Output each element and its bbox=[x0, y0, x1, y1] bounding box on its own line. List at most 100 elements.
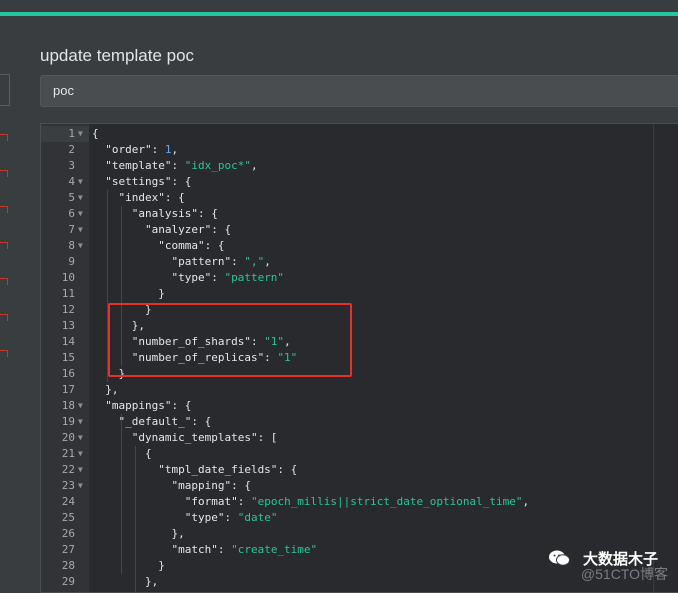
code-line[interactable]: 9 "pattern": ",", bbox=[41, 254, 641, 270]
code-line[interactable]: 19 ▼ "_default_": { bbox=[41, 414, 641, 430]
code-token: "comma": { bbox=[92, 239, 225, 252]
fold-toggle-icon[interactable]: ▼ bbox=[78, 190, 83, 206]
code-line[interactable]: 5 ▼ "index": { bbox=[41, 190, 641, 206]
code-text: "dynamic_templates": [ bbox=[92, 430, 278, 446]
fold-toggle-icon[interactable]: ▼ bbox=[78, 174, 83, 190]
code-token: , bbox=[522, 495, 530, 508]
code-line[interactable]: 23 ▼ "mapping": { bbox=[41, 478, 641, 494]
code-token: "mappings": { bbox=[92, 399, 192, 412]
line-number: 9 bbox=[68, 255, 75, 268]
line-number: 11 bbox=[61, 287, 75, 300]
line-number: 1 bbox=[68, 127, 75, 140]
code-line[interactable]: 21 ▼ { bbox=[41, 446, 641, 462]
code-line[interactable]: 25 "type": "date" bbox=[41, 510, 641, 526]
code-text: "analysis": { bbox=[92, 206, 218, 222]
code-line[interactable]: 17 }, bbox=[41, 382, 641, 398]
string-token: "idx_poc*" bbox=[184, 159, 251, 172]
code-line[interactable]: 1 ▼ { bbox=[41, 126, 641, 142]
code-token: "index": { bbox=[92, 191, 185, 204]
code-text: "analyzer": { bbox=[92, 222, 231, 238]
left-panel-marker bbox=[0, 206, 8, 213]
code-token: "settings": { bbox=[92, 175, 192, 188]
code-text: "_default_": { bbox=[92, 414, 211, 430]
template-name-input[interactable]: poc bbox=[40, 75, 678, 107]
code-token: "analyzer": { bbox=[92, 223, 232, 236]
code-line[interactable]: 3 "template": "idx_poc*", bbox=[41, 158, 641, 174]
code-line[interactable]: 4 ▼ "settings": { bbox=[41, 174, 641, 190]
code-line[interactable]: 6 ▼ "analysis": { bbox=[41, 206, 641, 222]
code-text: "settings": { bbox=[92, 174, 191, 190]
code-text: "index": { bbox=[92, 190, 185, 206]
code-token: { bbox=[92, 447, 152, 460]
line-number: 18 bbox=[61, 399, 75, 412]
fold-toggle-icon[interactable]: ▼ bbox=[78, 414, 83, 430]
code-line[interactable]: 11 } bbox=[41, 286, 641, 302]
code-token: "_default_": { bbox=[92, 415, 212, 428]
line-number: 28 bbox=[61, 559, 75, 572]
code-text: }, bbox=[92, 574, 158, 590]
code-line[interactable]: 18 ▼ "mappings": { bbox=[41, 398, 641, 414]
accent-stripe bbox=[0, 12, 678, 16]
code-token: }, bbox=[92, 527, 185, 540]
code-line[interactable]: 20 ▼ "dynamic_templates": [ bbox=[41, 430, 641, 446]
code-token: } bbox=[92, 559, 165, 572]
line-number: 27 bbox=[61, 543, 75, 556]
code-token: , bbox=[264, 255, 271, 268]
fold-toggle-icon[interactable]: ▼ bbox=[78, 126, 83, 142]
code-text: "mappings": { bbox=[92, 398, 191, 414]
highlight-annotation-box bbox=[108, 303, 352, 377]
line-number: 25 bbox=[61, 511, 75, 524]
code-line[interactable]: 2 "order": 1, bbox=[41, 142, 641, 158]
fold-toggle-icon[interactable]: ▼ bbox=[78, 446, 83, 462]
code-token: , bbox=[250, 159, 258, 172]
string-token: "create_time" bbox=[231, 543, 318, 556]
code-text: "tmpl_date_fields": { bbox=[92, 462, 297, 478]
code-line[interactable]: 10 "type": "pattern" bbox=[41, 270, 641, 286]
code-line[interactable]: 8 ▼ "comma": { bbox=[41, 238, 641, 254]
line-number: 20 bbox=[61, 431, 75, 444]
line-number: 17 bbox=[61, 383, 75, 396]
line-number: 19 bbox=[61, 415, 75, 428]
line-number: 29 bbox=[61, 575, 75, 588]
code-line[interactable]: 7 ▼ "analyzer": { bbox=[41, 222, 641, 238]
fold-toggle-icon[interactable]: ▼ bbox=[78, 478, 83, 494]
code-token: "tmpl_date_fields": { bbox=[92, 463, 298, 476]
code-token: "type": bbox=[92, 511, 238, 524]
string-token: "pattern" bbox=[224, 271, 285, 284]
line-number: 5 bbox=[68, 191, 75, 204]
line-number: 22 bbox=[61, 463, 75, 476]
code-token: "pattern": bbox=[92, 255, 245, 268]
left-panel-edge bbox=[0, 74, 10, 106]
fold-toggle-icon[interactable]: ▼ bbox=[78, 238, 83, 254]
left-panel-marker bbox=[0, 278, 8, 285]
code-text: "type": "date" bbox=[92, 510, 278, 526]
line-number: 24 bbox=[61, 495, 75, 508]
line-number: 26 bbox=[61, 527, 75, 540]
code-text: "order": 1, bbox=[92, 142, 178, 158]
code-text: { bbox=[92, 126, 99, 142]
print-margin bbox=[653, 124, 654, 592]
line-number: 8 bbox=[68, 239, 75, 252]
left-panel-marker bbox=[0, 314, 8, 321]
code-line[interactable]: 26 }, bbox=[41, 526, 641, 542]
code-line[interactable]: 29 }, bbox=[41, 574, 641, 590]
code-token: "order": bbox=[92, 143, 165, 156]
code-token: , bbox=[171, 143, 179, 156]
code-token: "dynamic_templates": [ bbox=[92, 431, 278, 444]
fold-toggle-icon[interactable]: ▼ bbox=[78, 222, 83, 238]
fold-toggle-icon[interactable]: ▼ bbox=[78, 398, 83, 414]
left-panel-marker bbox=[0, 170, 8, 177]
code-token: "match": bbox=[92, 543, 232, 556]
code-token: "type": bbox=[92, 271, 225, 284]
fold-toggle-icon[interactable]: ▼ bbox=[78, 206, 83, 222]
line-number: 13 bbox=[61, 319, 75, 332]
wechat-icon bbox=[549, 550, 570, 566]
code-text: { bbox=[92, 446, 152, 462]
code-line[interactable]: 24 "format": "epoch_millis||strict_date_… bbox=[41, 494, 641, 510]
code-text: } bbox=[92, 558, 165, 574]
code-text: }, bbox=[92, 526, 185, 542]
line-number: 6 bbox=[68, 207, 75, 220]
fold-toggle-icon[interactable]: ▼ bbox=[78, 462, 83, 478]
fold-toggle-icon[interactable]: ▼ bbox=[78, 430, 83, 446]
code-line[interactable]: 22 ▼ "tmpl_date_fields": { bbox=[41, 462, 641, 478]
